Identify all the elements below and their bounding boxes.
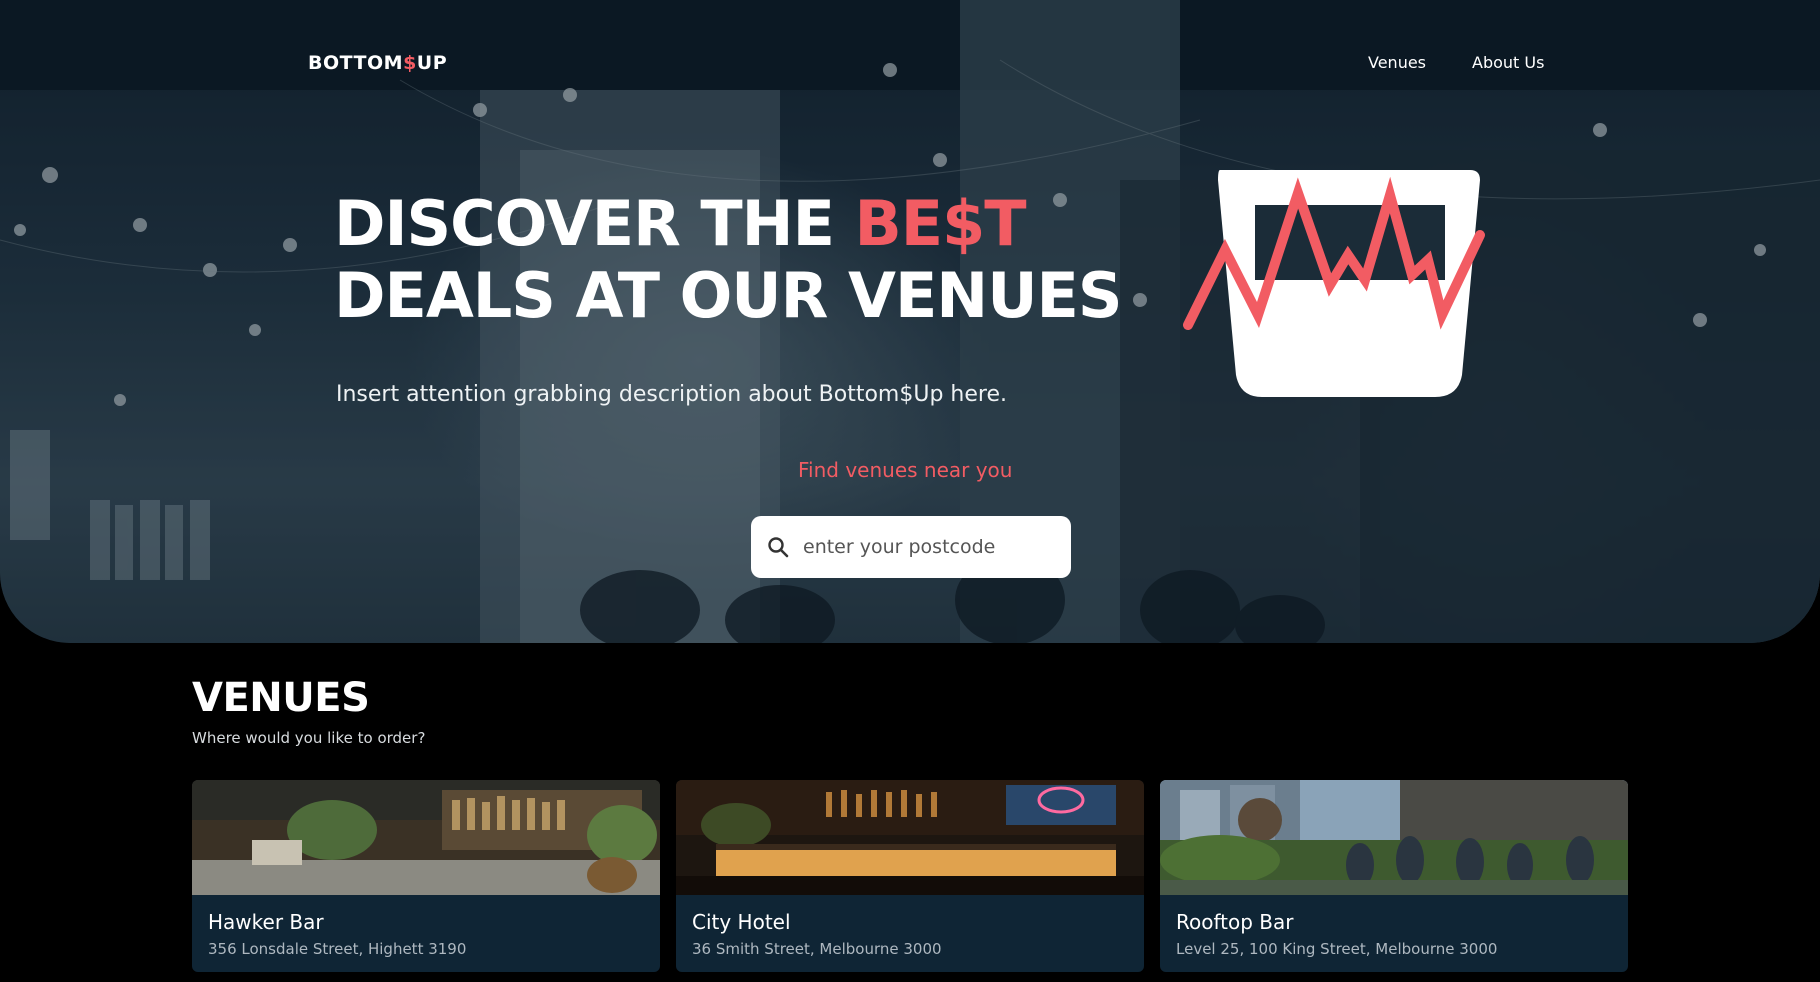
hero-banner: BOTTOM$UP Venues About Us DISCOVER THE B… bbox=[0, 0, 1820, 643]
glass-chart-logo-icon bbox=[1183, 170, 1485, 397]
venue-image bbox=[676, 780, 1144, 895]
venue-card-city-hotel[interactable]: City Hotel 36 Smith Street, Melbourne 30… bbox=[676, 780, 1144, 972]
brand-logo-text-post: UP bbox=[416, 52, 448, 74]
venues-section-title: VENUES bbox=[192, 675, 370, 721]
venue-name: Hawker Bar bbox=[208, 910, 324, 934]
hero-headline: DISCOVER THE BE$T DEALS AT OUR VENUES bbox=[334, 188, 1154, 332]
headline-part-2: DEALS AT OUR VENUES bbox=[334, 259, 1123, 332]
venue-name: City Hotel bbox=[692, 910, 791, 934]
headline-part-1: DISCOVER THE bbox=[334, 187, 855, 260]
search-icon bbox=[765, 534, 791, 560]
venue-image bbox=[1160, 780, 1628, 895]
brand-logo-dollar: $ bbox=[403, 52, 417, 74]
postcode-input[interactable] bbox=[803, 536, 1053, 558]
brand-logo[interactable]: BOTTOM$UP bbox=[308, 52, 447, 74]
find-venues-link[interactable]: Find venues near you bbox=[798, 458, 1012, 482]
nav-link-about-us[interactable]: About Us bbox=[1472, 53, 1544, 72]
venue-address: 36 Smith Street, Melbourne 3000 bbox=[692, 940, 942, 958]
venue-name: Rooftop Bar bbox=[1176, 910, 1294, 934]
venues-section-subtitle: Where would you like to order? bbox=[192, 729, 426, 747]
venue-address: 356 Lonsdale Street, Highett 3190 bbox=[208, 940, 467, 958]
nav-link-venues[interactable]: Venues bbox=[1368, 53, 1426, 72]
brand-logo-text-pre: BOTTOM bbox=[308, 52, 404, 74]
headline-accent: BE$T bbox=[854, 187, 1027, 260]
venue-image bbox=[192, 780, 660, 895]
postcode-search-box[interactable] bbox=[751, 516, 1071, 578]
venue-address: Level 25, 100 King Street, Melbourne 300… bbox=[1176, 940, 1498, 958]
venue-card-rooftop-bar[interactable]: Rooftop Bar Level 25, 100 King Street, M… bbox=[1160, 780, 1628, 972]
hero-description: Insert attention grabbing description ab… bbox=[336, 382, 1007, 407]
venue-card-hawker-bar[interactable]: Hawker Bar 356 Lonsdale Street, Highett … bbox=[192, 780, 660, 972]
